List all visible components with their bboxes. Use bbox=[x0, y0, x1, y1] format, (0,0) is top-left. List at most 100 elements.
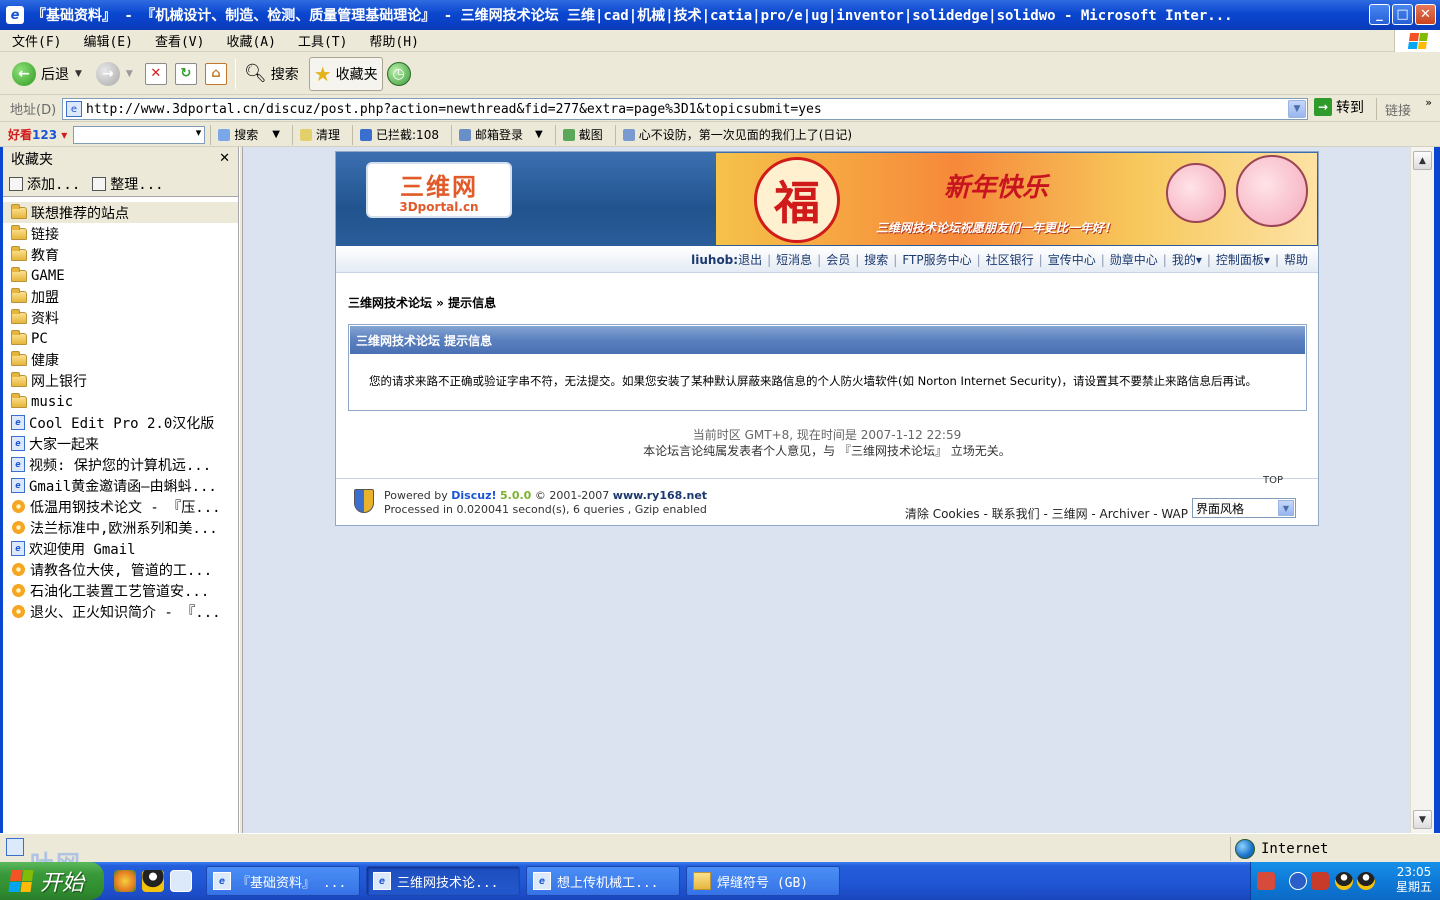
clean-button[interactable]: 清理 bbox=[292, 124, 347, 145]
popup-blocked-button[interactable]: 已拦截:108 bbox=[352, 124, 446, 145]
url-input[interactable] bbox=[86, 101, 1282, 117]
site-link[interactable]: www.ry168.net bbox=[613, 489, 707, 502]
site-logo[interactable]: 三维网 3Dportal.cn bbox=[366, 162, 512, 218]
favorites-item-label: 加盟 bbox=[31, 289, 59, 306]
forum-nav-link[interactable]: 会员 bbox=[826, 253, 850, 267]
start-button[interactable]: 开始 bbox=[0, 862, 104, 900]
tray-qq-icon-2[interactable] bbox=[1357, 872, 1375, 890]
style-dropdown-icon[interactable]: ▼ bbox=[1278, 500, 1294, 516]
taskbar-window-button[interactable]: e 三维网技术论... bbox=[366, 866, 520, 896]
haokan-logo[interactable]: 好看123 ▾ bbox=[0, 126, 67, 143]
quicklaunch-browser-icon[interactable] bbox=[114, 870, 136, 892]
clean-label: 清理 bbox=[316, 128, 341, 142]
forum-nav-link[interactable]: 短消息 bbox=[776, 253, 812, 267]
forward-button[interactable]: → ▼ bbox=[92, 57, 137, 91]
go-button[interactable]: → 转到 bbox=[1314, 97, 1364, 117]
menu-tools[interactable]: 工具(T) bbox=[286, 31, 357, 50]
address-dropdown-icon[interactable]: ▼ bbox=[1288, 100, 1306, 118]
search-button[interactable]: 🔍︎ 搜索 bbox=[240, 57, 303, 91]
favorites-link[interactable]: 石油化工装置工艺管道安... bbox=[3, 580, 238, 601]
back-dropdown-icon[interactable]: ▼ bbox=[75, 69, 82, 79]
mail-login-button[interactable]: 邮箱登录 ▼ bbox=[450, 124, 550, 145]
scroll-up-icon[interactable]: ▲ bbox=[1413, 151, 1432, 170]
menu-file[interactable]: 文件(F) bbox=[0, 31, 71, 50]
quicklaunch-ie-icon[interactable] bbox=[170, 870, 192, 892]
forum-nav-link[interactable]: 社区银行 bbox=[986, 253, 1034, 267]
window-titlebar[interactable]: e 『基础资料』 - 『机械设计、制造、检测、质量管理基础理论』 - 三维网技术… bbox=[0, 0, 1440, 30]
maximize-button[interactable]: □ bbox=[1392, 4, 1413, 25]
forum-nav-link[interactable]: 控制面板▾ bbox=[1216, 253, 1270, 267]
favorites-folder[interactable]: music bbox=[3, 391, 238, 412]
discuz-link[interactable]: Discuz! bbox=[451, 489, 496, 502]
search-dropdown-icon[interactable]: ▼ bbox=[272, 129, 280, 140]
favorites-folder[interactable]: 网上银行 bbox=[3, 370, 238, 391]
favorites-folder[interactable]: GAME bbox=[3, 265, 238, 286]
menu-favorites[interactable]: 收藏(A) bbox=[214, 31, 285, 50]
forum-nav-link[interactable]: 帮助 bbox=[1284, 253, 1308, 267]
footer-links[interactable]: 清除 Cookies - 联系我们 - 三维网 - Archiver - WAP bbox=[905, 505, 1188, 522]
clock[interactable]: 23:05 星期五 bbox=[1396, 865, 1432, 895]
minimize-button[interactable]: _ bbox=[1369, 4, 1390, 25]
favorites-link[interactable]: 退火、正火知识简介 - 『... bbox=[3, 601, 238, 622]
forum-nav-link[interactable]: 退出 bbox=[738, 253, 762, 267]
stop-button[interactable]: ✕ bbox=[141, 57, 171, 91]
taskbar-window-button[interactable]: e 想上传机械工... bbox=[526, 866, 680, 896]
add-favorite-button[interactable]: 添加... bbox=[9, 174, 80, 194]
forum-nav-link[interactable]: 勋章中心 bbox=[1110, 253, 1158, 267]
sidebar-close-icon[interactable]: ✕ bbox=[219, 151, 230, 166]
address-field[interactable]: e ▼ bbox=[62, 98, 1308, 120]
favorites-button[interactable]: ★ 收藏夹 bbox=[308, 56, 383, 91]
favorites-folder[interactable]: 联想推荐的站点 bbox=[3, 202, 238, 223]
favorites-link[interactable]: e 视频: 保护您的计算机远... bbox=[3, 454, 238, 475]
favorites-link[interactable]: e 欢迎使用 Gmail bbox=[3, 538, 238, 559]
links-button[interactable]: 链接 bbox=[1376, 98, 1411, 120]
favorites-folder[interactable]: 健康 bbox=[3, 349, 238, 370]
tray-app-icon[interactable] bbox=[1257, 872, 1275, 890]
haokan-search-button[interactable]: 搜索 ▼ bbox=[210, 124, 287, 145]
menu-edit[interactable]: 编辑(E) bbox=[71, 31, 142, 50]
chevron-right-icon[interactable]: » bbox=[1425, 96, 1432, 109]
scroll-down-icon[interactable]: ▼ bbox=[1413, 810, 1432, 829]
tray-back-icon[interactable] bbox=[1289, 872, 1307, 890]
organize-favorites-button[interactable]: 整理... bbox=[92, 174, 164, 194]
taskbar-window-button[interactable]: 焊缝符号 (GB) bbox=[686, 866, 840, 896]
username[interactable]: liuhob: bbox=[691, 253, 738, 267]
favorites-link[interactable]: 请教各位大侠, 管道的工... bbox=[3, 559, 238, 580]
favorites-item-label: 请教各位大侠, 管道的工... bbox=[30, 562, 213, 579]
top-link[interactable]: TOP bbox=[1263, 475, 1283, 486]
mail-dropdown-icon[interactable]: ▼ bbox=[535, 129, 543, 140]
news-ticker[interactable]: 心不设防，第一次见面的我们上了(日记) bbox=[614, 124, 859, 145]
favorites-folder[interactable]: 教育 bbox=[3, 244, 238, 265]
qq-icon[interactable] bbox=[142, 870, 164, 892]
style-select[interactable]: 界面风格 ▼ bbox=[1192, 498, 1296, 518]
favorites-link[interactable]: 低温用钢技术论文 - 『压... bbox=[3, 496, 238, 517]
forum-nav-link[interactable]: FTP服务中心 bbox=[902, 253, 971, 267]
tray-qq-icon[interactable] bbox=[1335, 872, 1353, 890]
home-button[interactable]: ⌂ bbox=[201, 57, 231, 91]
breadcrumb[interactable]: 三维网技术论坛 » 提示信息 bbox=[348, 294, 496, 311]
history-button[interactable]: ◷ bbox=[383, 57, 415, 91]
favorites-link[interactable]: e Gmail黄金邀请函—由蝌蚪... bbox=[3, 475, 238, 496]
forum-nav-link[interactable]: 宣传中心 bbox=[1048, 253, 1096, 267]
menu-view[interactable]: 查看(V) bbox=[143, 31, 214, 50]
screenshot-button[interactable]: 截图 bbox=[554, 124, 610, 145]
forum-nav-link[interactable]: 搜索 bbox=[864, 253, 888, 267]
refresh-button[interactable]: ↻ bbox=[171, 57, 201, 91]
haokan-search-input[interactable] bbox=[73, 125, 206, 144]
favorites-folder[interactable]: 资料 bbox=[3, 307, 238, 328]
vertical-scrollbar[interactable]: ▲ ▼ bbox=[1410, 147, 1434, 833]
forward-dropdown-icon[interactable]: ▼ bbox=[126, 69, 133, 79]
favorites-link[interactable]: e Cool Edit Pro 2.0汉化版 bbox=[3, 412, 238, 433]
menu-help[interactable]: 帮助(H) bbox=[357, 31, 428, 50]
tray-shield-icon[interactable] bbox=[1311, 872, 1329, 890]
favorites-link[interactable]: e 大家一起来 bbox=[3, 433, 238, 454]
favorites-folder[interactable]: 加盟 bbox=[3, 286, 238, 307]
favorites-folder[interactable]: 链接 bbox=[3, 223, 238, 244]
back-button[interactable]: ← 后退 ▼ bbox=[8, 57, 86, 91]
favorites-folder[interactable]: PC bbox=[3, 328, 238, 349]
close-button[interactable]: ✕ bbox=[1415, 4, 1436, 25]
taskbar-window-button[interactable]: e 『基础资料』 ... bbox=[206, 866, 360, 896]
favorites-link[interactable]: 法兰标准中,欧洲系列和美... bbox=[3, 517, 238, 538]
new-year-banner[interactable]: 福 新年快乐 三维网技术论坛祝愿朋友们一年更比一年好！ bbox=[716, 153, 1317, 245]
forum-nav-link[interactable]: 我的▾ bbox=[1172, 253, 1202, 267]
